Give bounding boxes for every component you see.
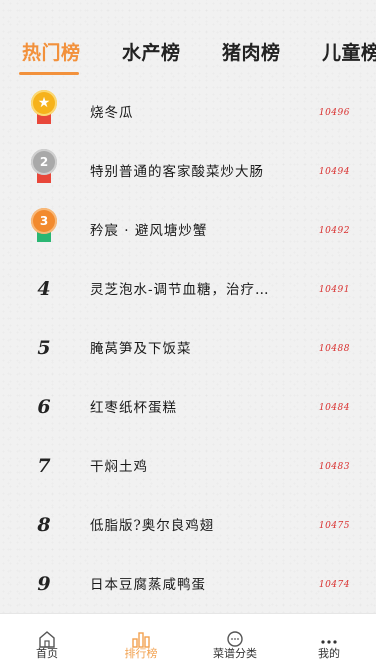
tab-kids[interactable]: 儿童榜 [322,38,376,65]
list-item[interactable]: 7 干焖土鸡 10483 [0,438,376,496]
nav-label: 菜谱分类 [213,648,257,660]
recipe-title: 灵芝泡水-调节血糖，治疗… [90,282,270,298]
list-item[interactable]: 6 红枣纸杯蛋糕 10484 [0,379,376,437]
star-icon: ★ [37,95,51,111]
list-item[interactable]: 2 特别普通的客家酸菜炒大肠 10494 [0,143,376,201]
recipe-title: 烧冬瓜 [90,105,134,121]
tab-hot[interactable]: 热门榜 [22,38,81,65]
rank-badge: 3 [28,208,60,252]
nav-category[interactable]: 菜谱分类 [188,614,282,670]
rank-number: 6 [37,396,51,418]
view-count: 10475 [318,521,350,531]
list-item[interactable]: 4 灵芝泡水-调节血糖，治疗… 10491 [0,261,376,319]
nav-home[interactable]: 首页 [0,614,94,670]
bottom-nav: 首页 排行榜 菜谱分类 我的 [0,613,376,670]
view-count: 10496 [318,108,350,118]
rank-number: 5 [37,337,51,359]
rank-badge: 2 [28,149,60,193]
list-item[interactable]: 8 低脂版?奥尔良鸡翅 10475 [0,497,376,555]
recipe-title: 干焖土鸡 [90,459,148,475]
list-item[interactable]: 3 矜宸 · 避风塘炒蟹 10492 [0,202,376,260]
nav-mine[interactable]: 我的 [282,614,376,670]
active-tab-indicator [19,72,79,75]
nav-label: 我的 [318,648,340,660]
tab-pork[interactable]: 猪肉榜 [222,38,281,65]
nav-label: 排行榜 [124,648,158,660]
view-count: 10474 [318,580,350,590]
rank-number: 7 [37,455,51,477]
view-count: 10492 [318,226,350,236]
view-count: 10491 [318,285,350,295]
tab-bar: 热门榜 水产榜 猪肉榜 儿童榜 [0,38,376,82]
rank-badge: ★ [28,90,60,134]
medal-number: 2 [39,155,49,169]
tab-seafood[interactable]: 水产榜 [122,38,181,65]
list-item[interactable]: 5 腌莴笋及下饭菜 10488 [0,320,376,378]
nav-ranking[interactable]: 排行榜 [94,614,188,670]
rank-number: 9 [37,573,51,595]
view-count: 10483 [318,462,350,472]
rank-number: 8 [37,514,51,536]
recipe-title: 低脂版?奥尔良鸡翅 [90,518,215,534]
view-count: 10494 [318,167,350,177]
list-item[interactable]: 9 日本豆腐蒸咸鸭蛋 10474 [0,556,376,614]
recipe-title: 腌莴笋及下饭菜 [90,341,192,357]
list-item[interactable]: ★ 烧冬瓜 10496 [0,84,376,142]
rank-number: 4 [37,278,51,300]
nav-label: 首页 [36,648,58,660]
view-count: 10488 [318,344,350,354]
recipe-title: 红枣纸杯蛋糕 [90,400,177,416]
medal-number: 3 [39,214,49,228]
recipe-title: 特别普通的客家酸菜炒大肠 [90,164,264,180]
view-count: 10484 [318,403,350,413]
recipe-title: 矜宸 · 避风塘炒蟹 [90,223,208,239]
recipe-title: 日本豆腐蒸咸鸭蛋 [90,577,206,593]
